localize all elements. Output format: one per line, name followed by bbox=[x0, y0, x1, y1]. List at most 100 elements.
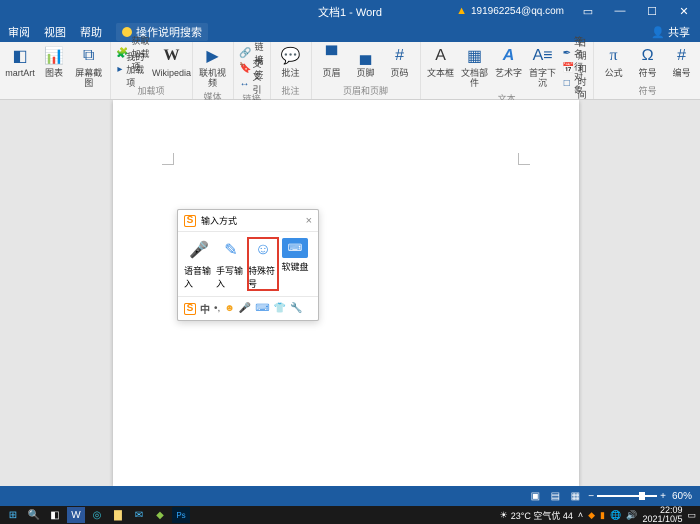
header-button[interactable]: ▀页眉 bbox=[318, 46, 346, 78]
menu-view[interactable]: 视图 bbox=[44, 24, 66, 40]
warning-icon: ▲ bbox=[456, 5, 467, 17]
screenshot-icon: ⧉ bbox=[79, 46, 99, 66]
tell-me-search[interactable]: 操作说明搜索 bbox=[116, 23, 208, 41]
close-button[interactable]: ✕ bbox=[668, 0, 700, 22]
ime-handwriting[interactable]: ✎ 手写输入 bbox=[216, 238, 246, 290]
wikipedia-button[interactable]: WWikipedia bbox=[158, 46, 186, 78]
ime-skin-icon[interactable]: 👕 bbox=[274, 303, 286, 314]
ribbon-options[interactable]: ▭ bbox=[572, 0, 604, 22]
taskbar-explorer[interactable]: ▇ bbox=[109, 507, 127, 523]
equation-button[interactable]: π公式 bbox=[600, 46, 628, 78]
dropcap-icon: A≡ bbox=[533, 46, 553, 66]
taskbar-edge[interactable]: ◎ bbox=[88, 507, 106, 523]
tray-chevron[interactable]: ˄ bbox=[578, 510, 583, 520]
ime-status-bar[interactable]: S 中 •, ☻ 🎤 ⌨ 👕 🔧 bbox=[178, 296, 318, 320]
addins-icon: ▸ bbox=[117, 63, 124, 75]
margin-mark bbox=[162, 153, 174, 165]
document-canvas[interactable] bbox=[0, 100, 700, 486]
status-bar: ▣ ▤ ▦ − + 60% bbox=[0, 486, 700, 506]
taskbar-app1[interactable]: ◆ bbox=[151, 507, 169, 523]
tray-net-icon[interactable]: 🌐 bbox=[610, 510, 621, 521]
link-icon: 🔗 bbox=[240, 47, 252, 59]
footer-button[interactable]: ▄页脚 bbox=[352, 46, 380, 78]
screenshot-button[interactable]: ⧉屏幕截图 bbox=[74, 46, 104, 88]
ime-soft-keyboard[interactable]: ⌨ 软键盘 bbox=[280, 238, 310, 290]
taskbar-word[interactable]: W bbox=[67, 507, 85, 523]
ime-punct-icon[interactable]: •, bbox=[214, 303, 220, 314]
object-button[interactable]: □对象 bbox=[563, 76, 587, 90]
ime-title: 输入方式 bbox=[201, 214, 237, 227]
zoom-in-icon[interactable]: + bbox=[660, 491, 666, 502]
pagenum-icon: # bbox=[390, 46, 410, 66]
dropcap-button[interactable]: A≡首字下沉 bbox=[529, 46, 557, 88]
maximize-button[interactable]: ☐ bbox=[636, 0, 668, 22]
weather-icon: ☀ bbox=[500, 510, 508, 521]
tray-weather[interactable]: ☀23°C 空气优 44 bbox=[500, 509, 573, 522]
online-video-button[interactable]: ▶联机视频 bbox=[199, 46, 227, 88]
chart-icon: 📊 bbox=[44, 46, 64, 66]
comment-button[interactable]: 💬批注 bbox=[277, 46, 305, 78]
tray-notifications[interactable]: ▭ bbox=[687, 510, 696, 521]
tray-date[interactable]: 2021/10/5 bbox=[642, 515, 682, 524]
share-button[interactable]: 👤 共享 bbox=[651, 24, 690, 40]
tray-flag-icon[interactable]: ▮ bbox=[600, 510, 605, 521]
chart-button[interactable]: 📊图表 bbox=[40, 46, 68, 78]
number-icon: # bbox=[672, 46, 692, 66]
ime-close-button[interactable]: × bbox=[306, 215, 312, 227]
tray-volume-icon[interactable]: 🔊 bbox=[626, 510, 637, 521]
symbol-icon: Ω bbox=[638, 46, 658, 66]
number-button[interactable]: #编号 bbox=[668, 46, 696, 78]
taskbar-ps[interactable]: Ps bbox=[172, 507, 190, 523]
ime-kbd-icon[interactable]: ⌨ bbox=[255, 303, 269, 314]
window-title: 文档1 - Word bbox=[318, 4, 382, 20]
crossref-button[interactable]: ↔交叉引用 bbox=[240, 76, 264, 90]
sogou-icon: S bbox=[184, 215, 196, 227]
ribbon: ◧martArt 📊图表 ⧉屏幕截图 🧩获取加载项 ▸我的加载项 WWikipe… bbox=[0, 42, 700, 100]
comment-icon: 💬 bbox=[281, 46, 301, 66]
object-icon: □ bbox=[563, 77, 571, 89]
ime-mic-icon[interactable]: 🎤 bbox=[239, 303, 251, 314]
task-view[interactable]: ◧ bbox=[46, 507, 64, 523]
zoom-out-icon[interactable]: − bbox=[588, 491, 594, 502]
taskbar-mail[interactable]: ✉ bbox=[130, 507, 148, 523]
print-layout-icon[interactable]: ▤ bbox=[548, 489, 562, 503]
textbox-button[interactable]: A文本框 bbox=[427, 46, 455, 78]
smartart-icon: ◧ bbox=[10, 46, 30, 66]
menu-bar: 审阅 视图 帮助 操作说明搜索 👤 共享 bbox=[0, 22, 700, 42]
wordart-button[interactable]: A艺术字 bbox=[495, 46, 523, 78]
user-account[interactable]: 191962254@qq.com bbox=[471, 6, 564, 17]
web-layout-icon[interactable]: ▦ bbox=[568, 489, 582, 503]
pencil-icon: ✎ bbox=[219, 238, 243, 262]
focus-view-icon[interactable]: ▣ bbox=[528, 489, 542, 503]
search-button[interactable]: 🔍 bbox=[25, 507, 43, 523]
sogou-icon: S bbox=[184, 303, 196, 315]
minimize-button[interactable]: — bbox=[604, 0, 636, 22]
title-bar: 文档1 - Word ▲ 191962254@qq.com ▭ — ☐ ✕ bbox=[0, 0, 700, 22]
ime-emoji-icon[interactable]: ☻ bbox=[224, 303, 235, 314]
mic-icon: 🎤 bbox=[187, 238, 211, 262]
quickparts-button[interactable]: ▦文档部件 bbox=[461, 46, 489, 88]
start-button[interactable]: ⊞ bbox=[4, 507, 22, 523]
menu-help[interactable]: 帮助 bbox=[80, 24, 102, 40]
ime-voice[interactable]: 🎤 语音输入 bbox=[184, 238, 214, 290]
my-addins[interactable]: ▸我的加载项 bbox=[117, 62, 152, 76]
keyboard-icon: ⌨ bbox=[282, 238, 308, 258]
margin-mark bbox=[518, 153, 530, 165]
wordart-icon: A bbox=[499, 46, 519, 66]
bulb-icon bbox=[122, 27, 132, 37]
ime-special-chars[interactable]: ☺ 特殊符号 bbox=[248, 238, 278, 290]
textbox-icon: A bbox=[431, 46, 451, 66]
bookmark-icon: 🔖 bbox=[240, 62, 252, 74]
menu-review[interactable]: 审阅 bbox=[8, 24, 30, 40]
quickparts-icon: ▦ bbox=[465, 46, 485, 66]
taskbar: ⊞ 🔍 ◧ W ◎ ▇ ✉ ◆ Ps ☀23°C 空气优 44 ˄ ◆ ▮ 🌐 … bbox=[0, 506, 700, 524]
tray-app-icon[interactable]: ◆ bbox=[588, 510, 595, 521]
ime-tool-icon[interactable]: 🔧 bbox=[290, 303, 302, 314]
group-comments-label: 批注 bbox=[282, 82, 300, 97]
smartart-button[interactable]: ◧martArt bbox=[6, 46, 34, 78]
group-symbols-label: 符号 bbox=[639, 82, 657, 97]
pagenum-button[interactable]: #页码 bbox=[386, 46, 414, 78]
zoom-level[interactable]: 60% bbox=[672, 491, 692, 502]
symbol-button[interactable]: Ω符号 bbox=[634, 46, 662, 78]
zoom-slider[interactable]: − + bbox=[588, 491, 666, 502]
